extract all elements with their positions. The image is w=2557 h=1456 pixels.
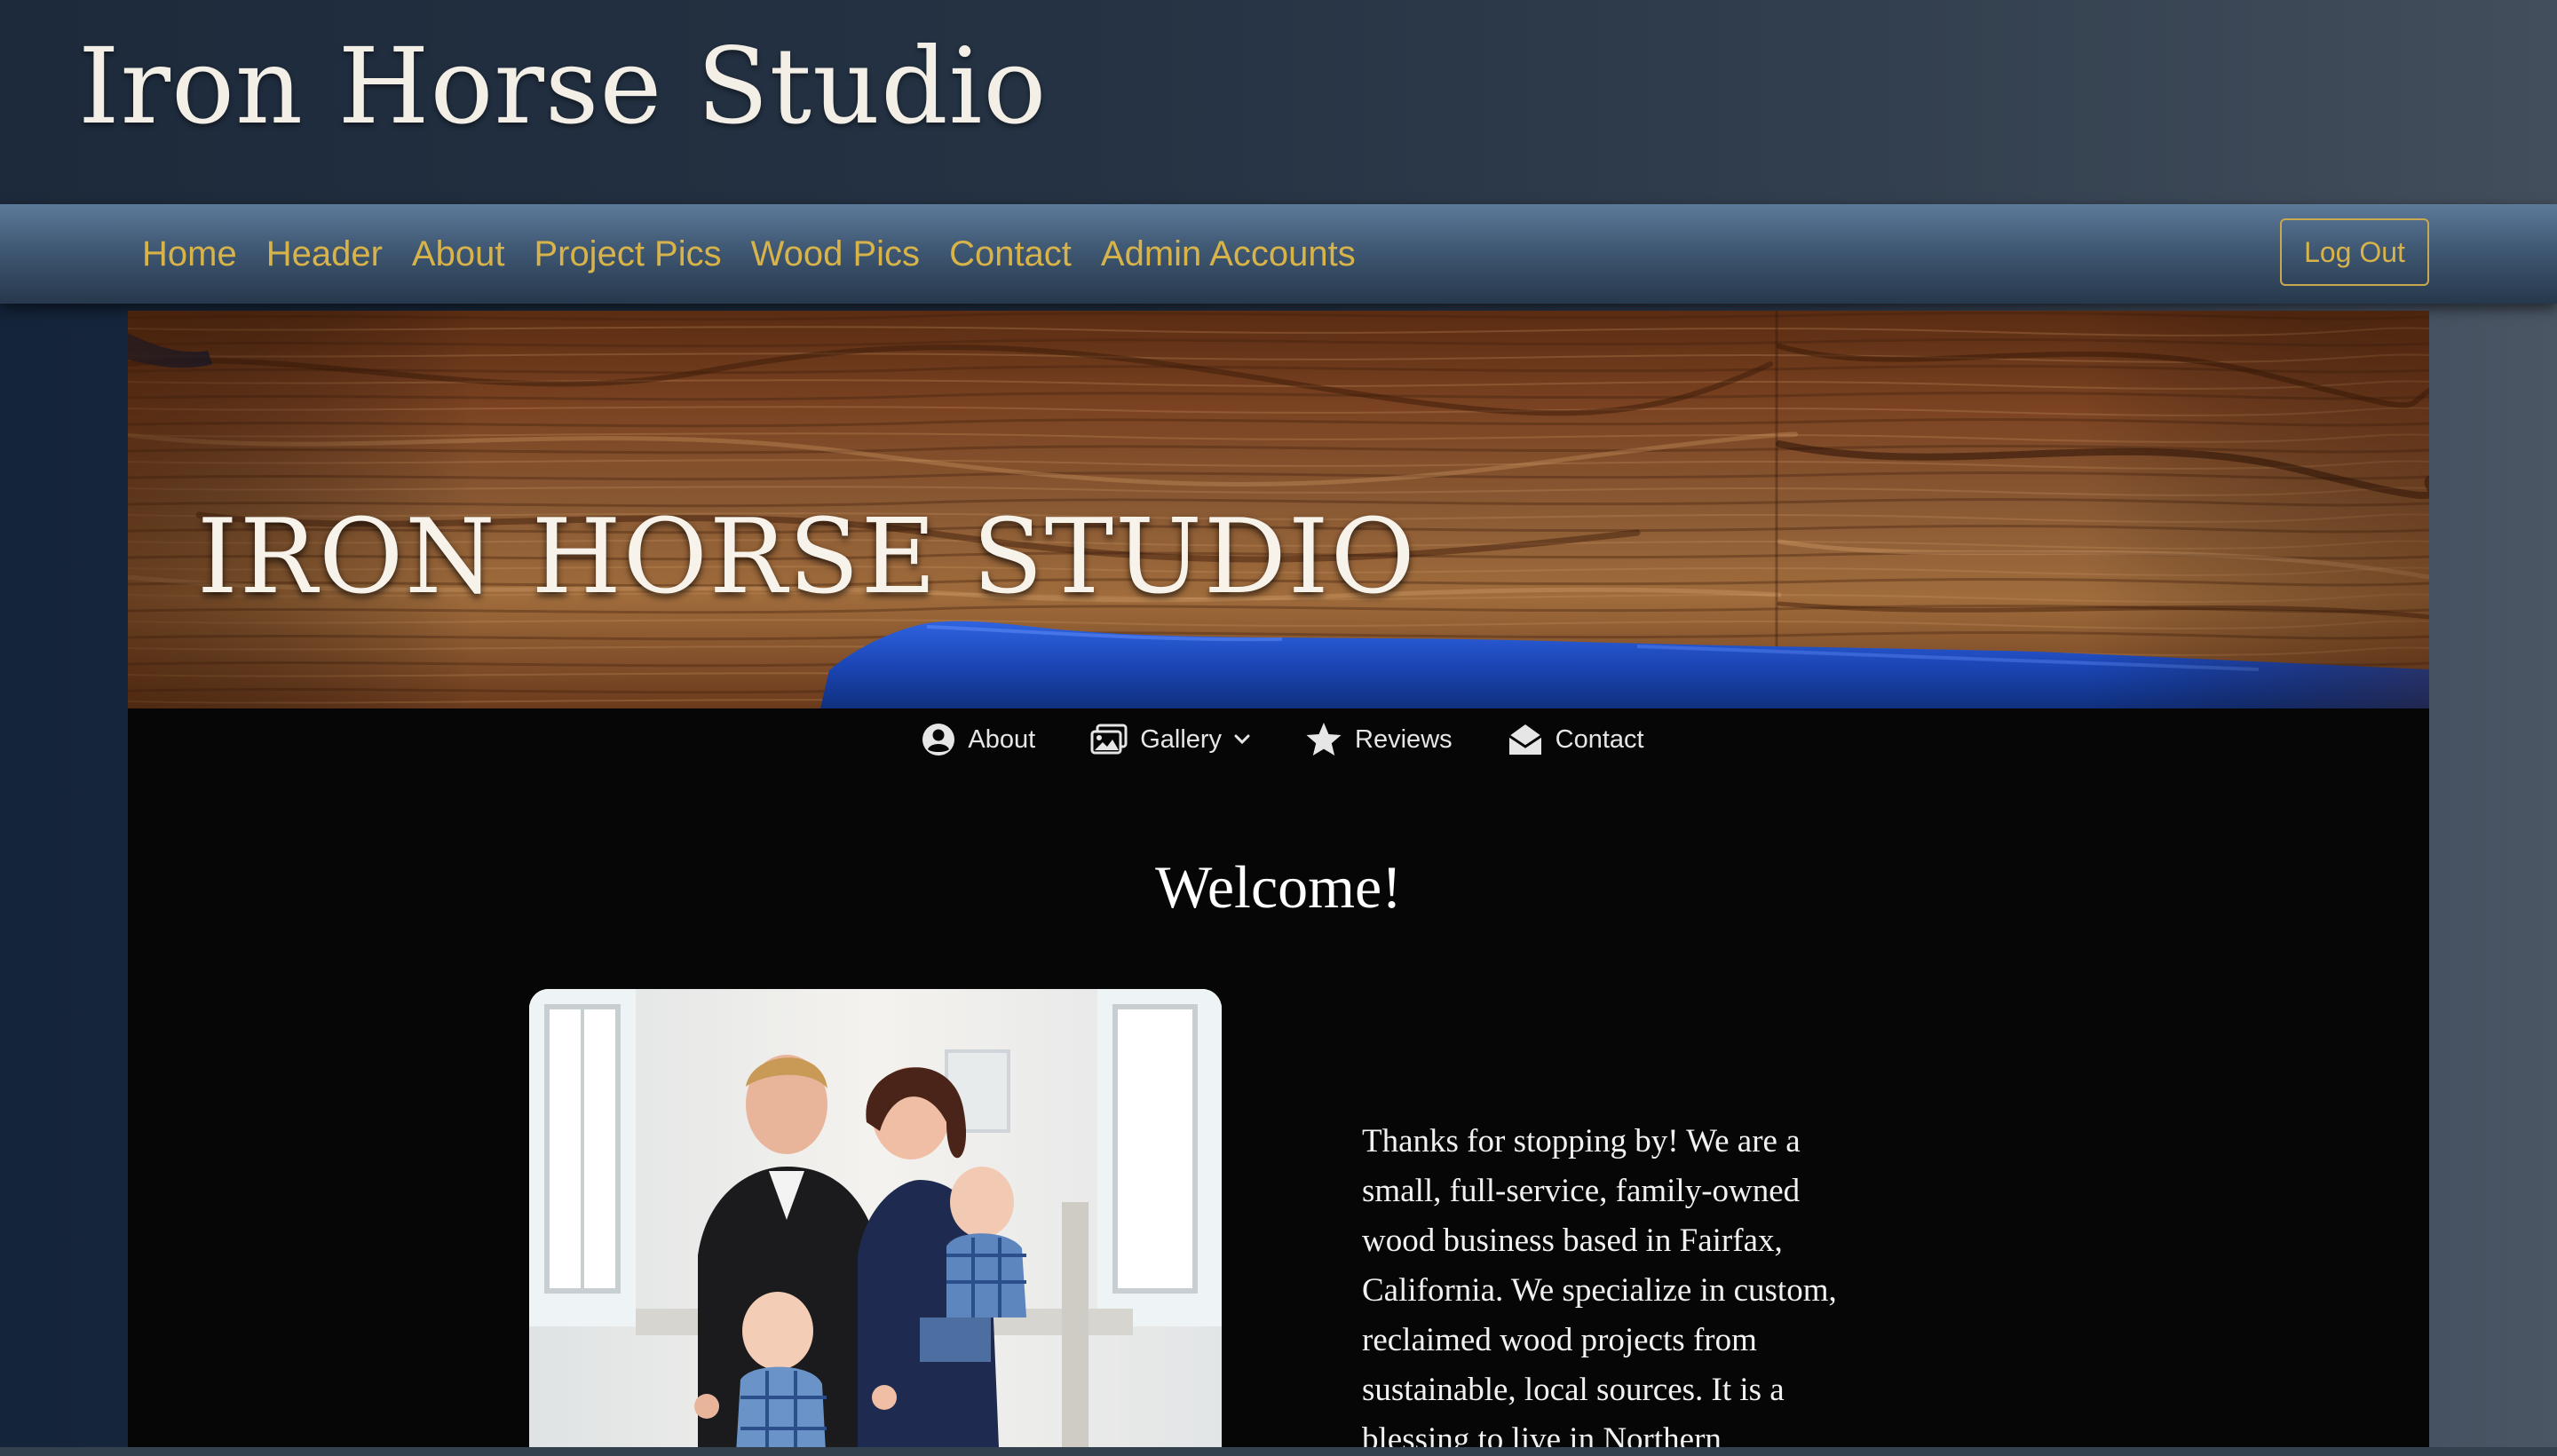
family-photo (529, 989, 1222, 1456)
main-content: IRON HORSE STUDIO About Gallery Reviews … (128, 311, 2429, 1456)
images-icon (1090, 724, 1128, 756)
admin-nav-project-pics[interactable]: Project Pics (534, 234, 721, 274)
page: Iron Horse Studio Home Header About Proj… (0, 0, 2557, 1456)
site-nav-reviews[interactable]: Reviews (1305, 722, 1453, 757)
site-nav-about[interactable]: About (922, 723, 1035, 756)
site-nav-about-label: About (968, 724, 1036, 754)
hero-title: IRON HORSE STUDIO (197, 497, 1417, 617)
admin-nav-admin-accounts[interactable]: Admin Accounts (1101, 234, 1356, 274)
admin-nav-wood-pics[interactable]: Wood Pics (751, 234, 920, 274)
chevron-down-icon (1234, 734, 1250, 745)
site-nav: About Gallery Reviews Contact (128, 708, 2429, 771)
admin-nav-contact[interactable]: Contact (949, 234, 1072, 274)
page-bottom-edge (0, 1447, 2557, 1456)
site-nav-gallery[interactable]: Gallery (1090, 724, 1250, 756)
site-nav-reviews-label: Reviews (1355, 724, 1453, 754)
admin-nav-home[interactable]: Home (142, 234, 237, 274)
envelope-open-icon (1508, 723, 1543, 756)
admin-nav-about[interactable]: About (412, 234, 505, 274)
welcome-heading: Welcome! (1155, 853, 1402, 921)
site-nav-contact-label: Contact (1555, 724, 1644, 754)
logout-button[interactable]: Log Out (2280, 218, 2429, 286)
user-circle-icon (922, 723, 955, 756)
star-icon (1305, 722, 1342, 757)
site-nav-gallery-label: Gallery (1140, 724, 1223, 754)
intro-paragraph: Thanks for stopping by! We are a small, … (1362, 1123, 1837, 1456)
admin-nav-header[interactable]: Header (266, 234, 383, 274)
admin-nav-links: Home Header About Project Pics Wood Pics… (142, 204, 1356, 304)
site-header: Iron Horse Studio (0, 0, 2557, 204)
site-title: Iron Horse Studio (78, 25, 1048, 147)
admin-navbar: Home Header About Project Pics Wood Pics… (0, 204, 2557, 304)
site-nav-contact[interactable]: Contact (1508, 723, 1644, 756)
hero-banner: IRON HORSE STUDIO (128, 311, 2429, 708)
